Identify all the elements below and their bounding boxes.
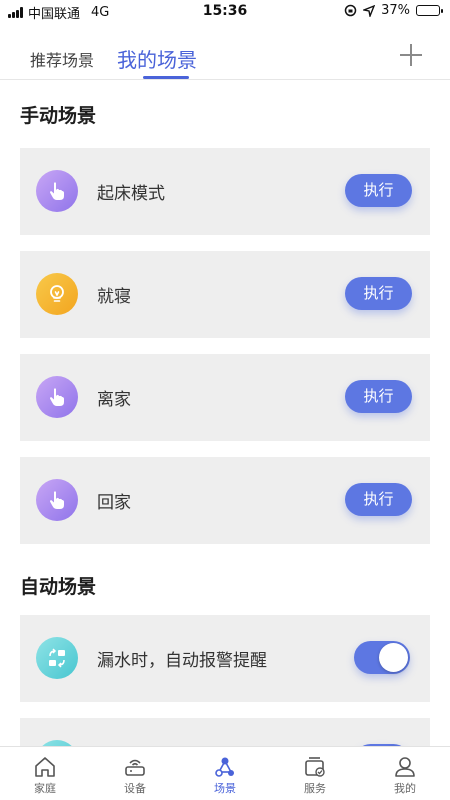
auto-scene-card: 漏水时，自动报警提醒 (20, 615, 430, 702)
auto-scene-toggle[interactable] (354, 641, 410, 674)
lightbulb-icon (36, 273, 78, 315)
nav-label: 我的 (394, 782, 416, 795)
nav-label: 家庭 (34, 782, 56, 795)
nav-label: 服务 (304, 782, 326, 795)
toggle-knob (379, 643, 408, 672)
nav-label: 场景 (214, 782, 236, 795)
scene-tabs: 推荐场景 我的场景 (0, 22, 450, 80)
router-icon (125, 759, 145, 776)
scene-name: 就寝 (97, 287, 131, 307)
manual-scenes-title: 手动场景 (20, 105, 97, 127)
battery-percent: 37% (381, 3, 410, 18)
battery-icon (416, 5, 443, 16)
swap-arrows-icon (36, 637, 78, 679)
auto-scenes-title: 自动场景 (20, 576, 97, 598)
nav-profile[interactable]: 我的 (360, 747, 450, 800)
nav-home[interactable]: 家庭 (0, 747, 90, 800)
nav-label: 设备 (124, 782, 146, 795)
home-icon (35, 757, 55, 777)
scene-name: 离家 (97, 390, 131, 410)
execute-button[interactable]: 执行 (345, 174, 412, 207)
hand-pointer-icon (36, 376, 78, 418)
scene-name: 起床模式 (97, 184, 165, 204)
scene-nodes-icon (215, 757, 234, 777)
scene-card: 回家 执行 (20, 457, 430, 544)
hand-pointer-icon (36, 479, 78, 521)
scene-card: 起床模式 执行 (20, 148, 430, 235)
scene-card: 就寝 执行 (20, 251, 430, 338)
status-right: 37% (344, 3, 443, 18)
nav-services[interactable]: 服务 (270, 747, 360, 800)
orientation-lock-icon (344, 4, 357, 17)
execute-button[interactable]: 执行 (345, 380, 412, 413)
execute-button[interactable]: 执行 (345, 277, 412, 310)
bottom-nav: 家庭 设备 场景 服务 我的 (0, 746, 450, 800)
execute-button[interactable]: 执行 (345, 483, 412, 516)
tab-recommended-scenes[interactable]: 推荐场景 (30, 47, 94, 71)
auto-scene-name: 漏水时，自动报警提醒 (97, 651, 267, 671)
scene-card: 离家 执行 (20, 354, 430, 441)
add-scene-button[interactable] (400, 44, 422, 66)
hand-pointer-icon (36, 170, 78, 212)
location-arrow-icon (363, 4, 376, 17)
person-icon (395, 757, 415, 777)
nav-devices[interactable]: 设备 (90, 747, 180, 800)
status-bar: 中国联通 4G 15:36 37% (0, 0, 450, 22)
nav-scenes[interactable]: 场景 (180, 747, 270, 800)
service-folder-icon (305, 757, 325, 777)
tab-my-scenes[interactable]: 我的场景 (117, 44, 197, 73)
scene-name: 回家 (97, 493, 131, 513)
active-tab-indicator (143, 76, 189, 79)
